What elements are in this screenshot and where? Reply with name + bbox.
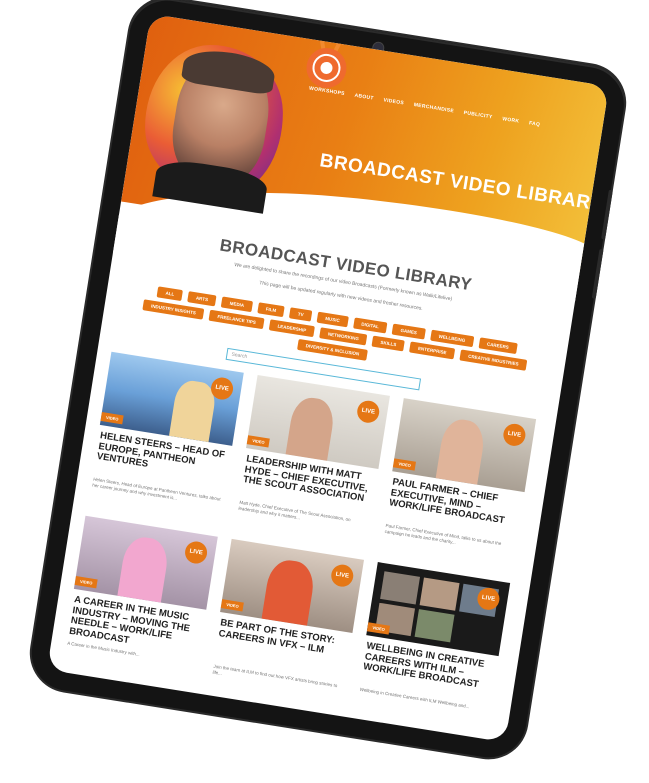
- video-card[interactable]: LIVE VIDEO PAUL FARMER – CHIEF EXECUTIVE…: [379, 398, 537, 573]
- screen: WORKSHOPS ABOUT VIDEOS MERCHANDISE PUBLI…: [46, 13, 610, 743]
- video-thumbnail[interactable]: LIVE VIDEO: [220, 538, 364, 633]
- tablet-frame: WORKSHOPS ABOUT VIDEOS MERCHANDISE PUBLI…: [26, 0, 630, 763]
- filter-tag[interactable]: TV: [289, 307, 313, 322]
- video-grid: LIVE VIDEO HELEN STEERS – HEAD OF EUROPE…: [61, 351, 542, 738]
- filter-tag[interactable]: CREATIVE INDUSTRIES: [459, 349, 528, 371]
- card-description: Wellbeing in Creative Careers with ILM W…: [359, 686, 470, 710]
- video-thumbnail[interactable]: LIVE VIDEO: [73, 515, 218, 610]
- video-thumbnail[interactable]: LIVE VIDEO: [99, 351, 244, 446]
- ribbon: VIDEO: [74, 576, 99, 589]
- ribbon: VIDEO: [220, 599, 245, 612]
- video-thumbnail[interactable]: LIVE VIDEO: [392, 398, 537, 493]
- filter-tag[interactable]: WELLBEING: [429, 329, 475, 348]
- filter-tag[interactable]: MEDIA: [220, 296, 253, 313]
- badge: LIVE: [183, 539, 209, 566]
- filter-tag[interactable]: LEADERSHIP: [268, 319, 315, 338]
- filter-tag[interactable]: FILM: [257, 302, 285, 318]
- video-card[interactable]: LIVE VIDEO WELLBEING IN CREATIVE CAREERS…: [353, 562, 511, 737]
- filter-tag[interactable]: GAMES: [391, 323, 426, 340]
- card-description: Helen Steers, Head of Europe at Pantheon…: [91, 476, 221, 502]
- video-card[interactable]: LIVE VIDEO HELEN STEERS – HEAD OF EUROPE…: [87, 351, 244, 527]
- video-card[interactable]: LIVE VIDEO LEADERSHIP WITH MATT HYDE – C…: [233, 374, 390, 550]
- card-description: Matt Hyde, Chief Executive of The Scout …: [238, 499, 351, 523]
- ribbon: VIDEO: [246, 435, 271, 448]
- filter-tag[interactable]: DIGITAL: [352, 317, 388, 334]
- badge: LIVE: [355, 399, 381, 425]
- filter-tag[interactable]: FREELANCE TIPS: [208, 309, 265, 330]
- side-button: [591, 248, 604, 299]
- card-description: Paul Farmer, Chief Executive of Mind, ta…: [384, 522, 502, 547]
- card-description: Join the team at ILM to find out how VFX…: [212, 663, 338, 689]
- ribbon: VIDEO: [392, 458, 417, 471]
- filter-tag[interactable]: ALL: [156, 286, 183, 302]
- badge: LIVE: [501, 422, 527, 448]
- filter-tag[interactable]: ENTERPRISE: [409, 341, 456, 360]
- filter-tag[interactable]: ARTS: [187, 291, 217, 307]
- video-thumbnail[interactable]: LIVE VIDEO: [246, 374, 390, 470]
- filter-tag[interactable]: SKILLS: [371, 335, 406, 352]
- ribbon: VIDEO: [100, 412, 125, 425]
- video-card[interactable]: LIVE VIDEO BE PART OF THE STORY: CAREERS…: [207, 538, 364, 714]
- side-button: [601, 189, 613, 240]
- filter-tag[interactable]: CAREERS: [478, 337, 518, 355]
- filter-tag[interactable]: MUSIC: [316, 311, 349, 328]
- badge: LIVE: [329, 563, 355, 589]
- video-thumbnail[interactable]: LIVE VIDEO: [366, 562, 511, 657]
- video-card[interactable]: LIVE VIDEO A CAREER IN THE MUSIC INDUSTR…: [61, 515, 218, 691]
